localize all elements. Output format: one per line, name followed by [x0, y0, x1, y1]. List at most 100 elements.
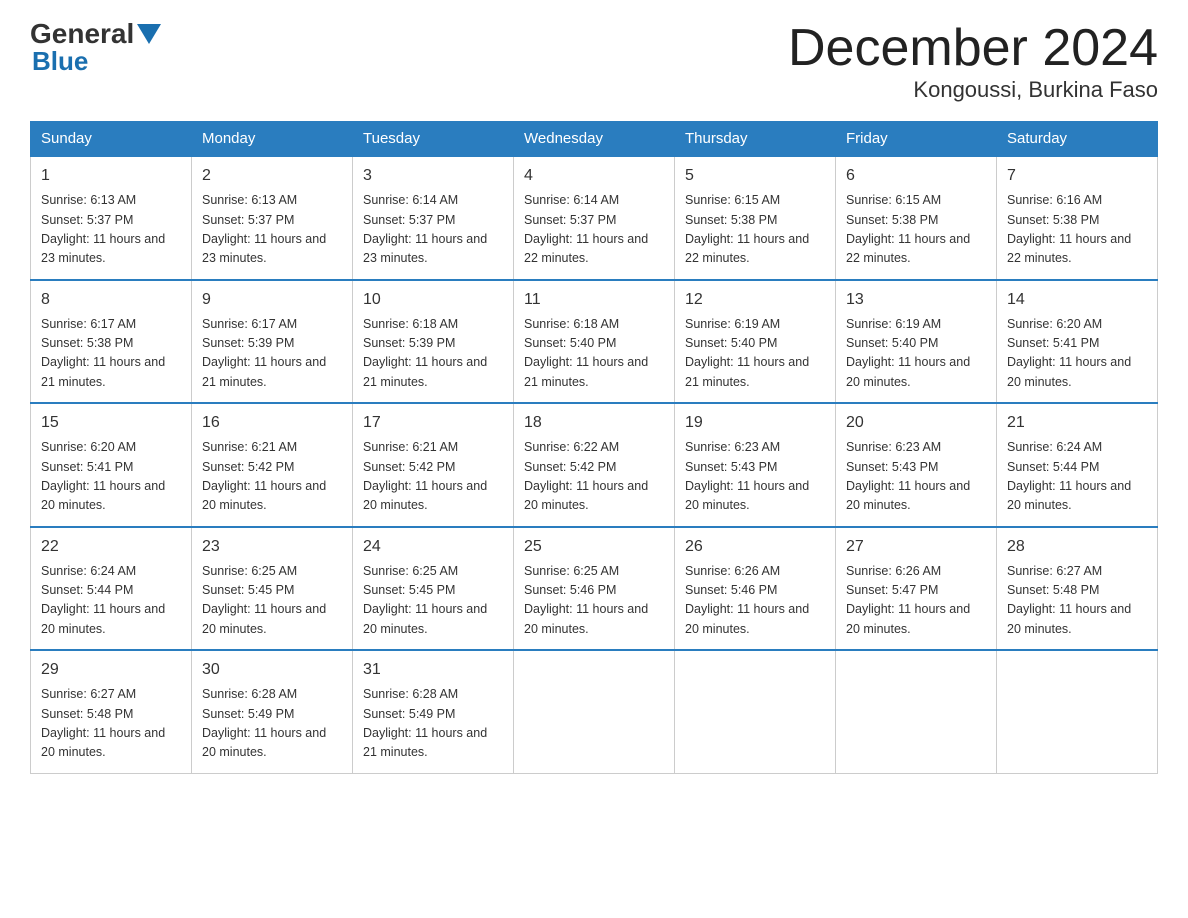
day-number: 7	[1007, 164, 1147, 188]
calendar-day-cell: 16 Sunrise: 6:21 AM Sunset: 5:42 PM Dayl…	[192, 403, 353, 527]
day-number: 16	[202, 411, 342, 435]
day-info: Sunrise: 6:21 AM Sunset: 5:42 PM Dayligh…	[363, 438, 503, 516]
day-info: Sunrise: 6:17 AM Sunset: 5:39 PM Dayligh…	[202, 315, 342, 393]
calendar-day-cell: 29 Sunrise: 6:27 AM Sunset: 5:48 PM Dayl…	[31, 650, 192, 773]
calendar-day-cell: 5 Sunrise: 6:15 AM Sunset: 5:38 PM Dayli…	[675, 156, 836, 280]
calendar-day-cell: 15 Sunrise: 6:20 AM Sunset: 5:41 PM Dayl…	[31, 403, 192, 527]
weekday-header-sunday: Sunday	[31, 122, 192, 157]
calendar-week-row: 1 Sunrise: 6:13 AM Sunset: 5:37 PM Dayli…	[31, 156, 1158, 280]
calendar-day-cell: 23 Sunrise: 6:25 AM Sunset: 5:45 PM Dayl…	[192, 527, 353, 651]
day-number: 11	[524, 288, 664, 312]
calendar-day-cell: 30 Sunrise: 6:28 AM Sunset: 5:49 PM Dayl…	[192, 650, 353, 773]
day-info: Sunrise: 6:25 AM Sunset: 5:45 PM Dayligh…	[363, 562, 503, 640]
calendar-day-cell: 13 Sunrise: 6:19 AM Sunset: 5:40 PM Dayl…	[836, 280, 997, 404]
day-info: Sunrise: 6:23 AM Sunset: 5:43 PM Dayligh…	[685, 438, 825, 516]
day-info: Sunrise: 6:25 AM Sunset: 5:46 PM Dayligh…	[524, 562, 664, 640]
calendar-day-cell: 4 Sunrise: 6:14 AM Sunset: 5:37 PM Dayli…	[514, 156, 675, 280]
day-number: 15	[41, 411, 181, 435]
calendar-day-cell: 1 Sunrise: 6:13 AM Sunset: 5:37 PM Dayli…	[31, 156, 192, 280]
calendar-day-cell: 20 Sunrise: 6:23 AM Sunset: 5:43 PM Dayl…	[836, 403, 997, 527]
weekday-header-saturday: Saturday	[997, 122, 1158, 157]
calendar-table: SundayMondayTuesdayWednesdayThursdayFrid…	[30, 121, 1158, 774]
calendar-week-row: 8 Sunrise: 6:17 AM Sunset: 5:38 PM Dayli…	[31, 280, 1158, 404]
calendar-day-cell	[836, 650, 997, 773]
day-info: Sunrise: 6:15 AM Sunset: 5:38 PM Dayligh…	[846, 191, 986, 269]
logo: General Blue	[30, 20, 164, 77]
day-number: 19	[685, 411, 825, 435]
month-title: December 2024	[788, 20, 1158, 77]
day-number: 22	[41, 535, 181, 559]
day-number: 28	[1007, 535, 1147, 559]
calendar-day-cell	[997, 650, 1158, 773]
day-number: 10	[363, 288, 503, 312]
calendar-day-cell	[675, 650, 836, 773]
calendar-day-cell: 12 Sunrise: 6:19 AM Sunset: 5:40 PM Dayl…	[675, 280, 836, 404]
weekday-header-friday: Friday	[836, 122, 997, 157]
calendar-day-cell: 17 Sunrise: 6:21 AM Sunset: 5:42 PM Dayl…	[353, 403, 514, 527]
day-number: 6	[846, 164, 986, 188]
day-number: 9	[202, 288, 342, 312]
day-info: Sunrise: 6:16 AM Sunset: 5:38 PM Dayligh…	[1007, 191, 1147, 269]
day-number: 2	[202, 164, 342, 188]
day-info: Sunrise: 6:20 AM Sunset: 5:41 PM Dayligh…	[41, 438, 181, 516]
day-info: Sunrise: 6:24 AM Sunset: 5:44 PM Dayligh…	[41, 562, 181, 640]
calendar-day-cell: 11 Sunrise: 6:18 AM Sunset: 5:40 PM Dayl…	[514, 280, 675, 404]
calendar-day-cell: 22 Sunrise: 6:24 AM Sunset: 5:44 PM Dayl…	[31, 527, 192, 651]
day-number: 25	[524, 535, 664, 559]
calendar-day-cell: 24 Sunrise: 6:25 AM Sunset: 5:45 PM Dayl…	[353, 527, 514, 651]
logo-general-text: General	[30, 20, 134, 48]
day-info: Sunrise: 6:14 AM Sunset: 5:37 PM Dayligh…	[363, 191, 503, 269]
calendar-day-cell: 21 Sunrise: 6:24 AM Sunset: 5:44 PM Dayl…	[997, 403, 1158, 527]
page-header: General Blue December 2024 Kongoussi, Bu…	[30, 20, 1158, 103]
day-number: 24	[363, 535, 503, 559]
calendar-day-cell: 7 Sunrise: 6:16 AM Sunset: 5:38 PM Dayli…	[997, 156, 1158, 280]
title-area: December 2024 Kongoussi, Burkina Faso	[788, 20, 1158, 103]
day-info: Sunrise: 6:18 AM Sunset: 5:39 PM Dayligh…	[363, 315, 503, 393]
day-number: 23	[202, 535, 342, 559]
calendar-day-cell: 31 Sunrise: 6:28 AM Sunset: 5:49 PM Dayl…	[353, 650, 514, 773]
day-number: 31	[363, 658, 503, 682]
calendar-day-cell: 19 Sunrise: 6:23 AM Sunset: 5:43 PM Dayl…	[675, 403, 836, 527]
day-number: 17	[363, 411, 503, 435]
calendar-day-cell: 3 Sunrise: 6:14 AM Sunset: 5:37 PM Dayli…	[353, 156, 514, 280]
day-info: Sunrise: 6:26 AM Sunset: 5:46 PM Dayligh…	[685, 562, 825, 640]
day-info: Sunrise: 6:19 AM Sunset: 5:40 PM Dayligh…	[846, 315, 986, 393]
calendar-day-cell: 28 Sunrise: 6:27 AM Sunset: 5:48 PM Dayl…	[997, 527, 1158, 651]
calendar-day-cell: 8 Sunrise: 6:17 AM Sunset: 5:38 PM Dayli…	[31, 280, 192, 404]
day-number: 12	[685, 288, 825, 312]
calendar-week-row: 29 Sunrise: 6:27 AM Sunset: 5:48 PM Dayl…	[31, 650, 1158, 773]
day-info: Sunrise: 6:19 AM Sunset: 5:40 PM Dayligh…	[685, 315, 825, 393]
day-info: Sunrise: 6:14 AM Sunset: 5:37 PM Dayligh…	[524, 191, 664, 269]
day-number: 14	[1007, 288, 1147, 312]
weekday-header-wednesday: Wednesday	[514, 122, 675, 157]
day-info: Sunrise: 6:21 AM Sunset: 5:42 PM Dayligh…	[202, 438, 342, 516]
calendar-day-cell: 26 Sunrise: 6:26 AM Sunset: 5:46 PM Dayl…	[675, 527, 836, 651]
day-number: 26	[685, 535, 825, 559]
weekday-header-thursday: Thursday	[675, 122, 836, 157]
weekday-header-monday: Monday	[192, 122, 353, 157]
day-info: Sunrise: 6:13 AM Sunset: 5:37 PM Dayligh…	[202, 191, 342, 269]
day-info: Sunrise: 6:27 AM Sunset: 5:48 PM Dayligh…	[1007, 562, 1147, 640]
logo-blue-text: Blue	[30, 46, 88, 77]
day-info: Sunrise: 6:28 AM Sunset: 5:49 PM Dayligh…	[363, 685, 503, 763]
day-info: Sunrise: 6:27 AM Sunset: 5:48 PM Dayligh…	[41, 685, 181, 763]
calendar-day-cell: 2 Sunrise: 6:13 AM Sunset: 5:37 PM Dayli…	[192, 156, 353, 280]
day-number: 20	[846, 411, 986, 435]
day-info: Sunrise: 6:25 AM Sunset: 5:45 PM Dayligh…	[202, 562, 342, 640]
day-number: 30	[202, 658, 342, 682]
day-info: Sunrise: 6:24 AM Sunset: 5:44 PM Dayligh…	[1007, 438, 1147, 516]
calendar-day-cell: 9 Sunrise: 6:17 AM Sunset: 5:39 PM Dayli…	[192, 280, 353, 404]
day-number: 21	[1007, 411, 1147, 435]
calendar-day-cell	[514, 650, 675, 773]
day-info: Sunrise: 6:22 AM Sunset: 5:42 PM Dayligh…	[524, 438, 664, 516]
calendar-week-row: 22 Sunrise: 6:24 AM Sunset: 5:44 PM Dayl…	[31, 527, 1158, 651]
day-number: 13	[846, 288, 986, 312]
day-info: Sunrise: 6:17 AM Sunset: 5:38 PM Dayligh…	[41, 315, 181, 393]
day-number: 27	[846, 535, 986, 559]
day-info: Sunrise: 6:23 AM Sunset: 5:43 PM Dayligh…	[846, 438, 986, 516]
day-info: Sunrise: 6:20 AM Sunset: 5:41 PM Dayligh…	[1007, 315, 1147, 393]
day-number: 18	[524, 411, 664, 435]
calendar-day-cell: 18 Sunrise: 6:22 AM Sunset: 5:42 PM Dayl…	[514, 403, 675, 527]
calendar-day-cell: 25 Sunrise: 6:25 AM Sunset: 5:46 PM Dayl…	[514, 527, 675, 651]
day-number: 4	[524, 164, 664, 188]
